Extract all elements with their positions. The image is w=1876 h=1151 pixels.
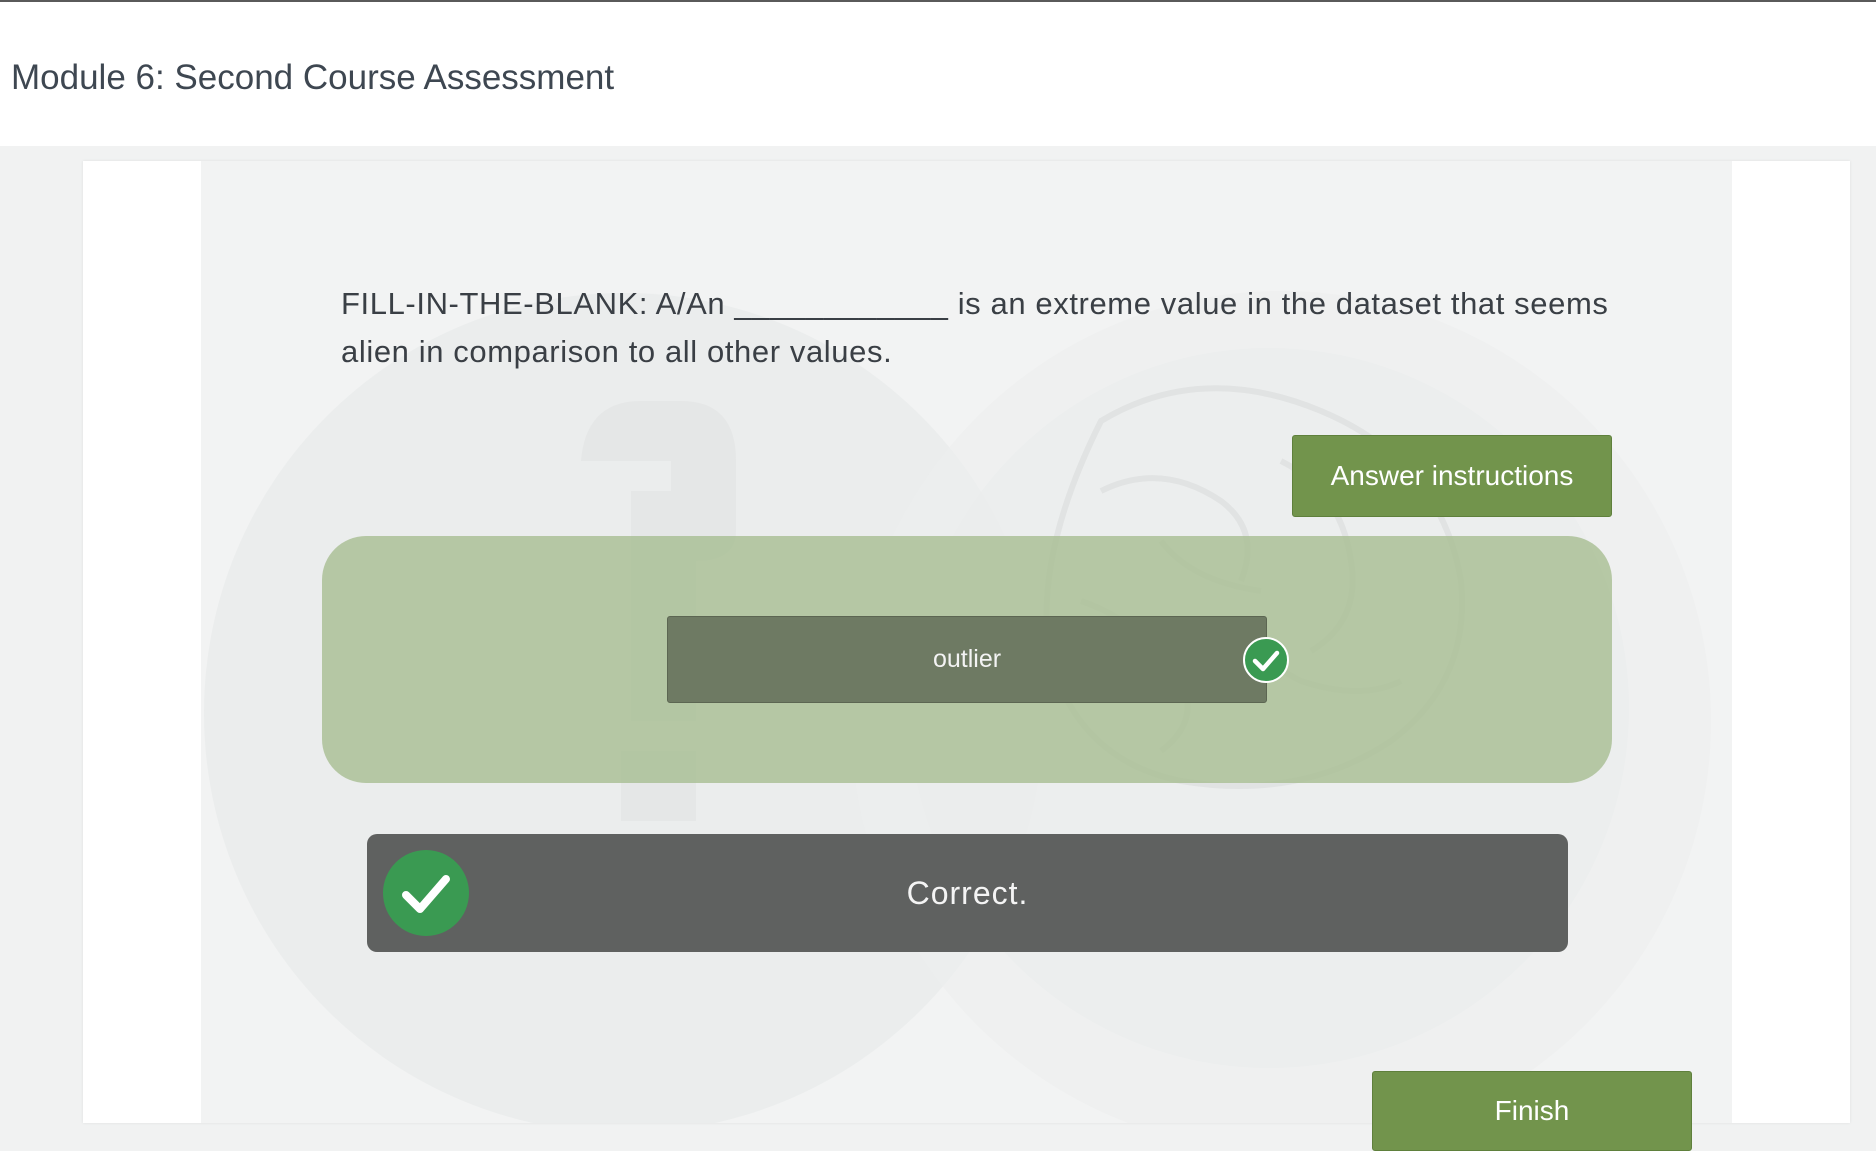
page-header: Module 6: Second Course Assessment [0, 2, 1876, 146]
feedback-text: Correct. [906, 875, 1029, 911]
finish-button[interactable]: Finish [1372, 1071, 1692, 1151]
page-title: Module 6: Second Course Assessment [11, 58, 615, 97]
question-text: FILL-IN-THE-BLANK: A/An ____________ is … [341, 286, 1609, 369]
answer-instructions-button[interactable]: Answer instructions [1292, 435, 1612, 517]
answer-field[interactable]: outlier [667, 616, 1267, 703]
check-circle-icon [1243, 637, 1289, 683]
feedback-banner: Correct. [367, 834, 1568, 952]
